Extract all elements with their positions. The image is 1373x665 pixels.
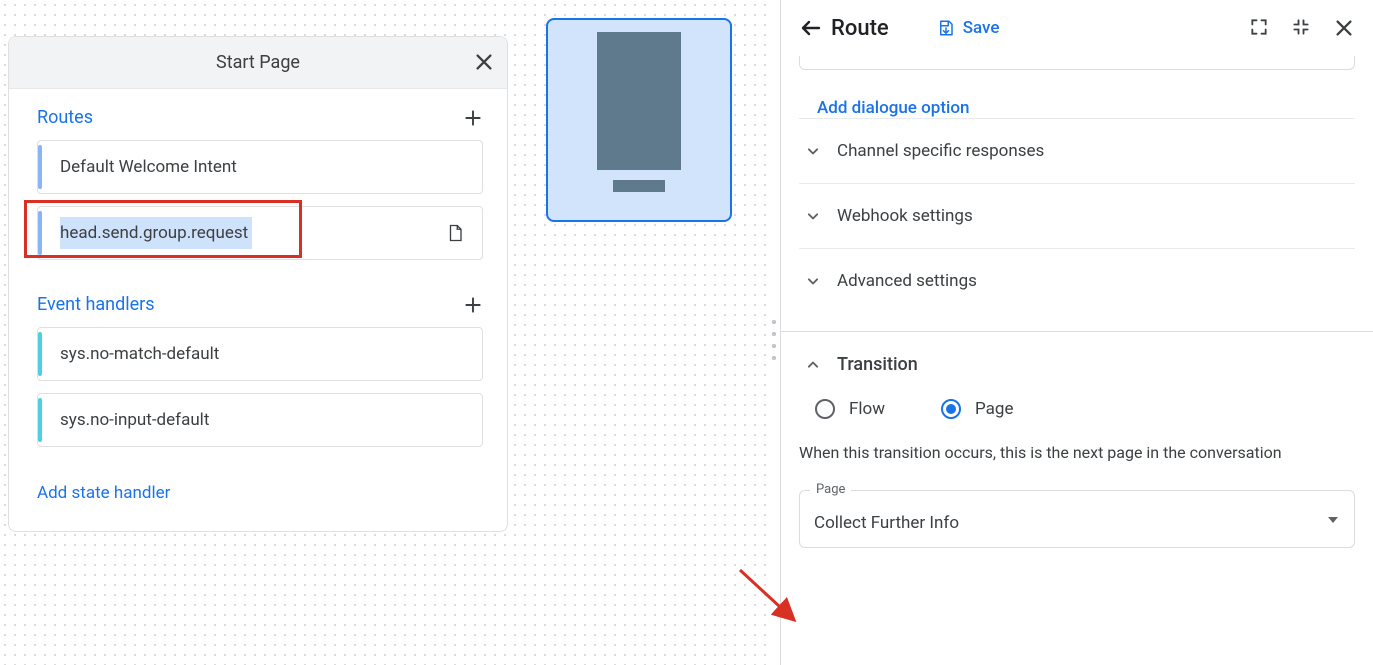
panel-body: Add dialogue option Channel specific res… — [781, 56, 1373, 665]
collapsed-box — [799, 56, 1355, 70]
page-card-title: Start Page — [216, 52, 300, 73]
add-event-handler-button[interactable] — [463, 295, 483, 315]
back-icon[interactable] — [799, 16, 823, 40]
save-icon — [937, 19, 955, 37]
transition-helper-text: When this transition occurs, this is the… — [799, 443, 1355, 490]
select-label: Page — [810, 482, 851, 497]
select-value: Collect Further Info — [814, 513, 959, 533]
chevron-down-icon — [803, 271, 823, 291]
route-item-label: head.send.group.request — [38, 223, 252, 243]
save-button[interactable]: Save — [937, 18, 1000, 38]
radio-option-flow[interactable]: Flow — [815, 399, 885, 419]
transition-type-radio-group: Flow Page — [799, 393, 1355, 443]
transition-page-select[interactable]: Page Collect Further Info — [799, 490, 1355, 548]
chevron-up-icon — [803, 355, 823, 375]
close-icon[interactable] — [1333, 17, 1355, 39]
chevron-down-icon — [803, 206, 823, 226]
routes-label[interactable]: Routes — [37, 107, 93, 128]
routes-section-header: Routes — [9, 89, 507, 140]
panel-title: Route — [831, 16, 889, 41]
add-dialogue-option-link[interactable]: Add dialogue option — [799, 98, 1355, 118]
event-handler-label: sys.no-input-default — [38, 410, 209, 430]
panel-header: Route Save — [781, 0, 1373, 56]
event-handler-item[interactable]: sys.no-match-default — [37, 327, 483, 381]
accordion-channel-responses[interactable]: Channel specific responses — [799, 118, 1355, 183]
node-body — [597, 32, 681, 170]
start-page-card: Start Page Routes Default Welcome Intent… — [8, 36, 508, 532]
chevron-down-icon — [803, 141, 823, 161]
event-handler-label: sys.no-match-default — [38, 344, 219, 364]
panel-resize-handle[interactable] — [772, 320, 780, 360]
radio-option-page[interactable]: Page — [941, 399, 1013, 419]
route-item-label: Default Welcome Intent — [38, 157, 237, 177]
add-route-button[interactable] — [463, 108, 483, 128]
node-footer — [613, 180, 665, 192]
exit-fullscreen-icon[interactable] — [1291, 17, 1311, 39]
route-detail-panel: Route Save Add dialogue option Channel s… — [780, 0, 1373, 665]
page-card-header: Start Page — [9, 37, 507, 89]
add-state-handler-link[interactable]: Add state handler — [9, 459, 507, 531]
event-handler-item[interactable]: sys.no-input-default — [37, 393, 483, 447]
close-icon[interactable] — [473, 51, 495, 73]
event-handlers-section-header: Event handlers — [9, 272, 507, 327]
dropdown-icon — [1328, 517, 1338, 523]
route-item[interactable]: Default Welcome Intent — [37, 140, 483, 194]
radio-checked-icon — [941, 399, 961, 419]
event-handlers-label[interactable]: Event handlers — [37, 294, 155, 315]
file-icon — [446, 223, 464, 243]
accordion-advanced-settings[interactable]: Advanced settings — [799, 248, 1355, 313]
accordion-webhook-settings[interactable]: Webhook settings — [799, 183, 1355, 248]
flow-node-thumbnail[interactable] — [546, 18, 732, 222]
route-item-selected[interactable]: head.send.group.request — [37, 206, 483, 260]
fullscreen-icon[interactable] — [1249, 17, 1269, 39]
radio-icon — [815, 399, 835, 419]
transition-section-header[interactable]: Transition — [799, 332, 1355, 393]
